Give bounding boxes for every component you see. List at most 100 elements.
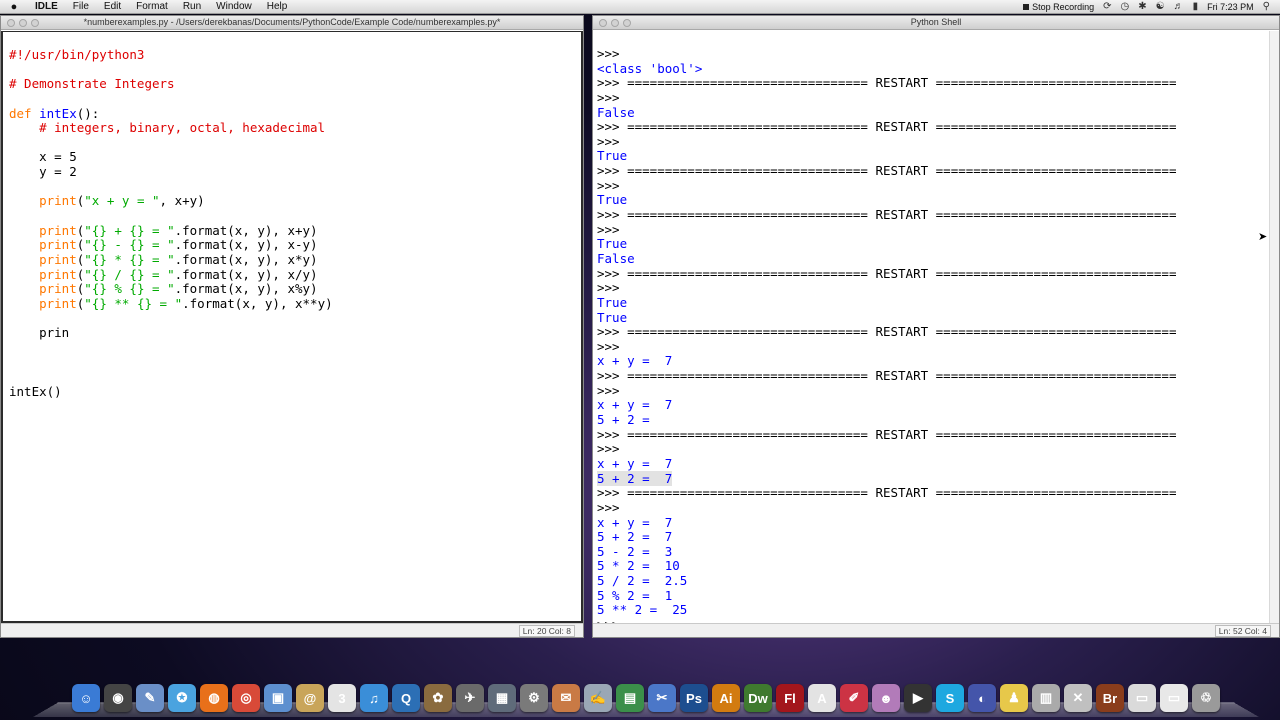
shell-token: 5 + 2 = 7 [597,470,673,486]
menu-help[interactable]: Help [260,1,296,12]
utilities-icon[interactable]: ✕ [1064,684,1092,712]
iphoto-icon[interactable]: ✿ [424,684,452,712]
mission-control-icon[interactable]: ▦ [488,684,516,712]
mouse-pointer-icon: ➤ [1258,230,1268,243]
chrome-icon[interactable]: ◎ [232,684,260,712]
firefox-icon[interactable]: ◍ [200,684,228,712]
facetime-icon[interactable]: ▣ [264,684,292,712]
editor-text-area[interactable]: #!/usr/bin/python3 # Demonstrate Integers… [1,31,583,623]
shell-line: x + y = 7 [597,354,1279,369]
shell-token: True [597,148,628,164]
editor-titlebar[interactable]: *numberexamples.py - /Users/derekbanas/D… [1,16,583,30]
menu-window[interactable]: Window [209,1,260,12]
shell-line: 5 + 2 = 7 [597,470,1279,487]
shell-line: >>> [597,339,1279,355]
contacts-icon[interactable]: @ [296,684,324,712]
editor-token [9,252,39,267]
editor-token: y = 2 [9,164,77,180]
editor-token: # Demonstrate Integers [9,76,175,92]
editor-token [9,223,39,238]
shell-text-area[interactable]: >>> <class 'bool'> >>> ===================… [593,31,1279,623]
shell-line: >>> ================================ RES… [597,368,1279,384]
textedit-icon[interactable]: ✍ [584,684,612,712]
shell-token: 5 + 2 = 7 [597,529,673,545]
shell-line: False [597,105,1279,121]
python-icon[interactable]: ♟ [1000,684,1028,712]
editor-token [9,267,39,282]
illustrator-icon[interactable]: Ai [712,684,740,712]
shell-line: >>> [597,46,1279,62]
documents-icon[interactable]: ▭ [1128,684,1156,712]
shell-token: >>> ================================ RES… [597,75,1177,91]
safari-icon[interactable]: ✪ [168,684,196,712]
stop-icon [1023,4,1030,11]
editor-token: # integers, binary, octal, hexadecimal [39,120,326,136]
acrobat-icon[interactable]: A [808,684,836,712]
shell-line: True [597,310,1279,326]
shell-token: >>> [597,177,620,193]
menu-run[interactable]: Run [176,1,209,12]
skype-icon[interactable]: S [936,684,964,712]
menu-format[interactable]: Format [129,1,176,12]
editor-line: prin [9,325,581,341]
editor-window: *numberexamples.py - /Users/derekbanas/D… [0,15,584,638]
globe-icon[interactable]: ◐ [968,684,996,712]
shell-titlebar[interactable]: Python Shell [593,16,1279,30]
numbers-icon[interactable]: ▤ [616,684,644,712]
shell-token: 5 / 2 = 2.5 [597,573,688,589]
stop-recording-button[interactable]: Stop Recording [1023,2,1094,12]
shell-token: >>> [597,280,620,296]
shell-line: <class 'bool'> [597,61,1279,77]
shell-scrollbar[interactable] [1269,31,1279,623]
wifi-icon[interactable]: ☯ [1156,1,1165,12]
calculator-icon[interactable]: ▥ [1032,684,1060,712]
dashboard-icon[interactable]: ◉ [104,684,132,712]
clock[interactable]: Fri 7:23 PM [1207,2,1254,12]
shell-token: >>> [597,499,620,515]
menu-edit[interactable]: Edit [97,1,129,12]
quicktime-icon[interactable]: Q [392,684,420,712]
flash-icon[interactable]: Fl [776,684,804,712]
shell-token: >>> ================================ RES… [597,265,1177,281]
cursor-position: Ln: 20 Col: 8 [518,624,575,637]
photoshop-icon[interactable]: Ps [680,684,708,712]
dreamweaver-icon[interactable]: Dw [744,684,772,712]
menu-file[interactable]: File [66,1,97,12]
shell-output[interactable]: >>> <class 'bool'> >>> ===================… [593,31,1279,623]
editor-line: #!/usr/bin/python3 [9,47,581,63]
editor-token: print [39,193,77,209]
finder-icon[interactable]: ☺ [72,684,100,712]
calendar-icon[interactable]: 3 [328,684,356,712]
stickies-icon[interactable]: ✉ [552,684,580,712]
itunes-icon[interactable]: ♫ [360,684,388,712]
xcode-icon[interactable]: ✂ [648,684,676,712]
editor-code[interactable]: #!/usr/bin/python3 # Demonstrate Integers… [3,32,581,399]
bluetooth-icon[interactable]: ✱ [1138,1,1146,12]
menu-idle[interactable]: IDLE [28,1,66,12]
editor-line: print("{} % {} = ".format(x, y), x%y) [9,281,581,297]
shell-line: 5 - 2 = 3 [597,544,1279,560]
mascot-icon[interactable]: ☻ [872,684,900,712]
preview-icon[interactable]: ✎ [136,684,164,712]
apple-menu-icon[interactable]: ● [0,1,28,13]
shell-line: >>> ================================ RES… [597,427,1279,443]
pages-icon[interactable]: ✐ [840,684,868,712]
apps-icon[interactable]: ✈ [456,684,484,712]
volume-icon[interactable]: ♬ [1174,1,1184,12]
clapper-icon[interactable]: ▶ [904,684,932,712]
shell-line: >>> ================================ RES… [597,163,1279,179]
bridge-icon[interactable]: Br [1096,684,1124,712]
shell-token: x + y = 7 [597,397,673,413]
timemachine-icon[interactable]: ◷ [1121,1,1130,12]
downloads-icon[interactable]: ▭ [1160,684,1188,712]
spotlight-search-icon[interactable]: ⚲ [1263,1,1270,12]
editor-token [9,237,39,252]
system-preferences-icon[interactable]: ⚙ [520,684,548,712]
shell-line: False [597,251,1279,267]
battery-icon[interactable]: ▮ [1193,1,1199,12]
sync-icon[interactable]: ⟳ [1103,1,1111,12]
trash-icon[interactable]: ♲ [1192,684,1220,712]
